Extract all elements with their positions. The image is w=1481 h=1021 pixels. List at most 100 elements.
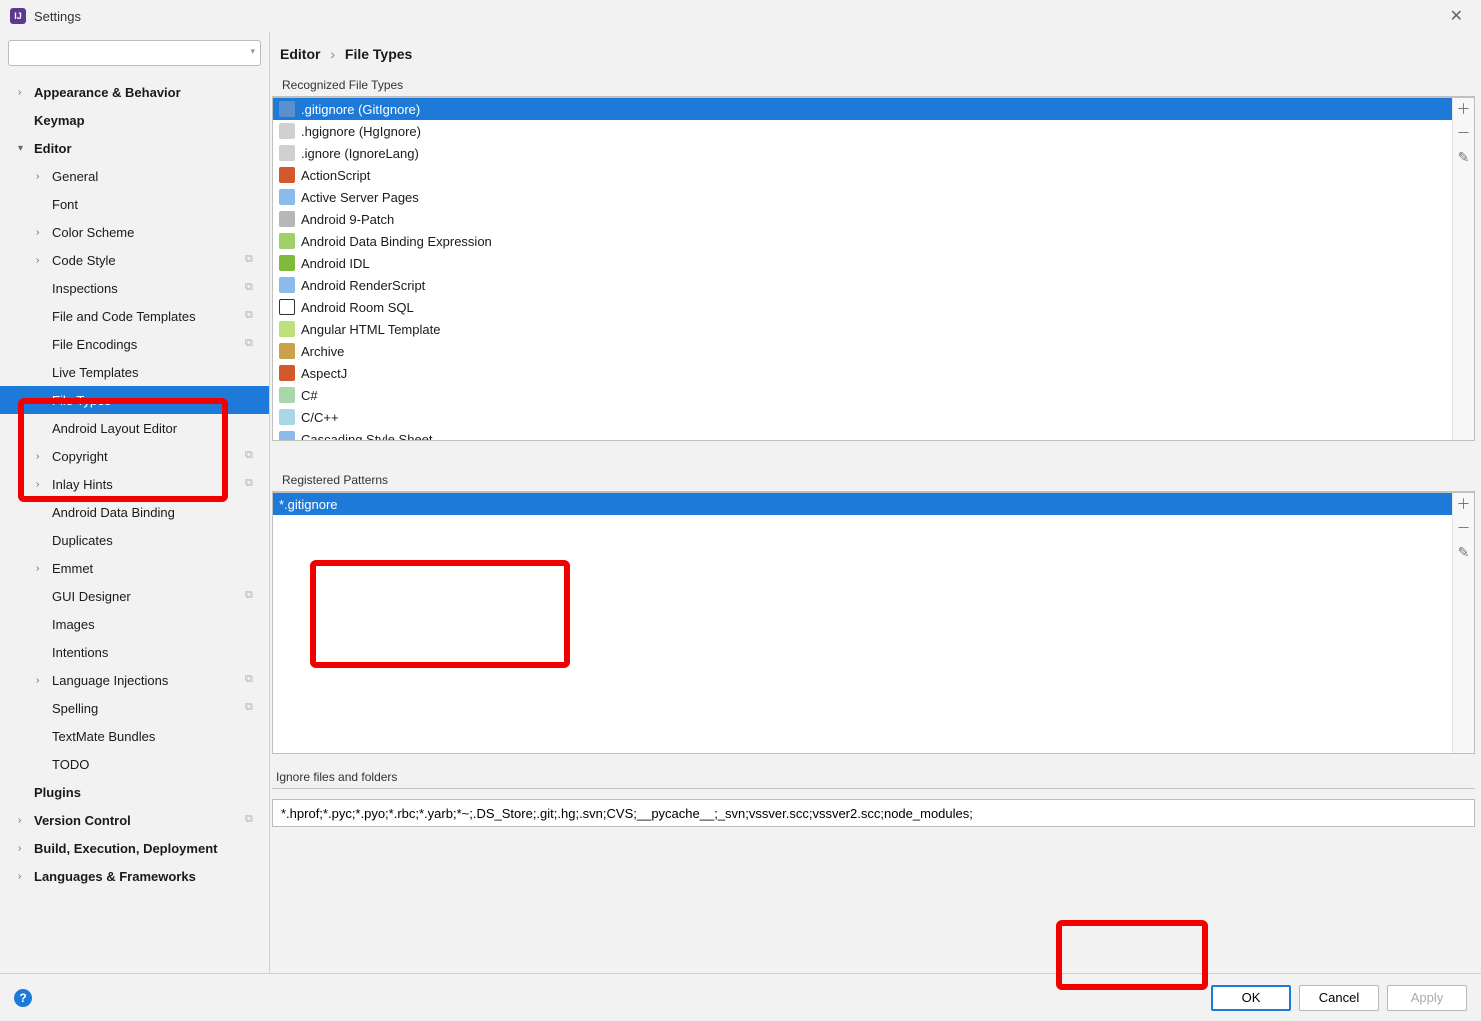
sidebar-item-general[interactable]: ›General xyxy=(0,162,269,190)
sidebar-item-inspections[interactable]: ›Inspections⧉ xyxy=(0,274,269,302)
filetype-label: Android Data Binding Expression xyxy=(301,234,492,249)
sidebar-item-plugins[interactable]: ›Plugins xyxy=(0,778,269,806)
filetype-icon xyxy=(279,321,295,337)
sidebar-item-label: Duplicates xyxy=(52,533,269,548)
chevron-right-icon: › xyxy=(18,843,30,854)
sidebar-item-version-control[interactable]: ›Version Control⧉ xyxy=(0,806,269,834)
sidebar-item-android-layout-editor[interactable]: ›Android Layout Editor xyxy=(0,414,269,442)
sidebar-item-label: File Encodings xyxy=(52,337,245,352)
chevron-right-icon: › xyxy=(18,815,30,826)
filetype-label: .ignore (IgnoreLang) xyxy=(301,146,419,161)
footer: ? OK Cancel Apply xyxy=(0,973,1481,1021)
sidebar-item-images[interactable]: ›Images xyxy=(0,610,269,638)
chevron-right-icon: › xyxy=(36,563,48,574)
filetype-row[interactable]: Android Data Binding Expression xyxy=(273,230,1452,252)
filetype-row[interactable]: Android IDL xyxy=(273,252,1452,274)
filetype-row[interactable]: Android 9-Patch xyxy=(273,208,1452,230)
filetype-icon xyxy=(279,255,295,271)
filetype-row[interactable]: C/C++ xyxy=(273,406,1452,428)
sidebar-item-code-style[interactable]: ›Code Style⧉ xyxy=(0,246,269,274)
sidebar-item-label: Inlay Hints xyxy=(52,477,245,492)
sidebar-item-label: Build, Execution, Deployment xyxy=(34,841,269,856)
breadcrumb-root[interactable]: Editor xyxy=(280,46,320,62)
chevron-right-icon: › xyxy=(36,479,48,490)
apply-button[interactable]: Apply xyxy=(1387,985,1467,1011)
filetype-icon xyxy=(279,123,295,139)
filetype-row[interactable]: Active Server Pages xyxy=(273,186,1452,208)
filetype-row[interactable]: Android Room SQL xyxy=(273,296,1452,318)
sidebar-item-spelling[interactable]: ›Spelling⧉ xyxy=(0,694,269,722)
ok-button[interactable]: OK xyxy=(1211,985,1291,1011)
sidebar-item-language-injections[interactable]: ›Language Injections⧉ xyxy=(0,666,269,694)
scope-badge-icon: ⧉ xyxy=(245,309,259,323)
filetype-row[interactable]: Cascading Style Sheet xyxy=(273,428,1452,440)
sidebar-item-label: File Types xyxy=(52,393,269,408)
filetype-label: AspectJ xyxy=(301,366,347,381)
filetype-row[interactable]: ActionScript xyxy=(273,164,1452,186)
sidebar-item-font[interactable]: ›Font xyxy=(0,190,269,218)
sidebar-item-label: Language Injections xyxy=(52,673,245,688)
sidebar-item-duplicates[interactable]: ›Duplicates xyxy=(0,526,269,554)
filetype-row[interactable]: .ignore (IgnoreLang) xyxy=(273,142,1452,164)
filetype-row[interactable]: C# xyxy=(273,384,1452,406)
sidebar-item-label: Appearance & Behavior xyxy=(34,85,269,100)
filetype-icon xyxy=(279,211,295,227)
edit-icon[interactable]: ✎ xyxy=(1456,150,1472,166)
sidebar-item-label: Keymap xyxy=(34,113,269,128)
filetype-label: C/C++ xyxy=(301,410,339,425)
sidebar-item-label: Intentions xyxy=(52,645,269,660)
filetype-icon xyxy=(279,145,295,161)
filetype-row[interactable]: Angular HTML Template xyxy=(273,318,1452,340)
scope-badge-icon: ⧉ xyxy=(245,673,259,687)
sidebar-item-gui-designer[interactable]: ›GUI Designer⧉ xyxy=(0,582,269,610)
sidebar-item-android-data-binding[interactable]: ›Android Data Binding xyxy=(0,498,269,526)
filetype-label: Active Server Pages xyxy=(301,190,419,205)
close-icon[interactable]: ✕ xyxy=(1442,2,1471,30)
filetype-icon xyxy=(279,101,295,117)
cancel-button[interactable]: Cancel xyxy=(1299,985,1379,1011)
sidebar-item-textmate-bundles[interactable]: ›TextMate Bundles xyxy=(0,722,269,750)
sidebar-item-label: Spelling xyxy=(52,701,245,716)
sidebar-item-color-scheme[interactable]: ›Color Scheme xyxy=(0,218,269,246)
help-icon[interactable]: ? xyxy=(14,989,32,1007)
filetype-icon xyxy=(279,167,295,183)
pattern-row[interactable]: *.gitignore xyxy=(273,493,1452,515)
sidebar-item-label: Images xyxy=(52,617,269,632)
sidebar-item-label: Editor xyxy=(34,141,269,156)
add-icon[interactable]: ＋ xyxy=(1456,497,1472,513)
sidebar-item-file-types[interactable]: ›File Types xyxy=(0,386,269,414)
chevron-down-icon[interactable]: ▾ xyxy=(250,46,255,57)
sidebar-item-copyright[interactable]: ›Copyright⧉ xyxy=(0,442,269,470)
scope-badge-icon: ⧉ xyxy=(245,337,259,351)
add-icon[interactable]: ＋ xyxy=(1456,102,1472,118)
scope-badge-icon: ⧉ xyxy=(245,589,259,603)
filetype-row[interactable]: Archive xyxy=(273,340,1452,362)
sidebar-item-todo[interactable]: ›TODO xyxy=(0,750,269,778)
app-icon: IJ xyxy=(10,8,26,24)
sidebar-item-languages-frameworks[interactable]: ›Languages & Frameworks xyxy=(0,862,269,890)
sidebar-item-build-execution-deployment[interactable]: › Build, Execution, Deployment xyxy=(0,834,269,862)
breadcrumb-leaf: File Types xyxy=(345,46,412,62)
filetype-icon xyxy=(279,409,295,425)
filetype-label: .hgignore (HgIgnore) xyxy=(301,124,421,139)
ignore-input[interactable] xyxy=(272,799,1475,827)
sidebar-item-appearance-behavior[interactable]: ›Appearance & Behavior xyxy=(0,78,269,106)
remove-icon[interactable]: － xyxy=(1456,126,1472,142)
sidebar-item-file-encodings[interactable]: ›File Encodings⧉ xyxy=(0,330,269,358)
sidebar-item-keymap[interactable]: ›Keymap xyxy=(0,106,269,134)
filetype-row[interactable]: .gitignore (GitIgnore) xyxy=(273,98,1452,120)
filetype-row[interactable]: AspectJ xyxy=(273,362,1452,384)
sidebar-item-live-templates[interactable]: ›Live Templates xyxy=(0,358,269,386)
sidebar-item-intentions[interactable]: ›Intentions xyxy=(0,638,269,666)
sidebar-item-inlay-hints[interactable]: ›Inlay Hints⧉ xyxy=(0,470,269,498)
edit-icon[interactable]: ✎ xyxy=(1456,545,1472,561)
search-input[interactable] xyxy=(8,40,261,66)
recognized-label: Recognized File Types xyxy=(272,72,1475,97)
remove-icon[interactable]: － xyxy=(1456,521,1472,537)
filetype-row[interactable]: Android RenderScript xyxy=(273,274,1452,296)
sidebar-item-label: Inspections xyxy=(52,281,245,296)
filetype-row[interactable]: .hgignore (HgIgnore) xyxy=(273,120,1452,142)
sidebar-item-emmet[interactable]: ›Emmet xyxy=(0,554,269,582)
sidebar-item-editor[interactable]: ▾Editor xyxy=(0,134,269,162)
sidebar-item-file-and-code-templates[interactable]: ›File and Code Templates⧉ xyxy=(0,302,269,330)
